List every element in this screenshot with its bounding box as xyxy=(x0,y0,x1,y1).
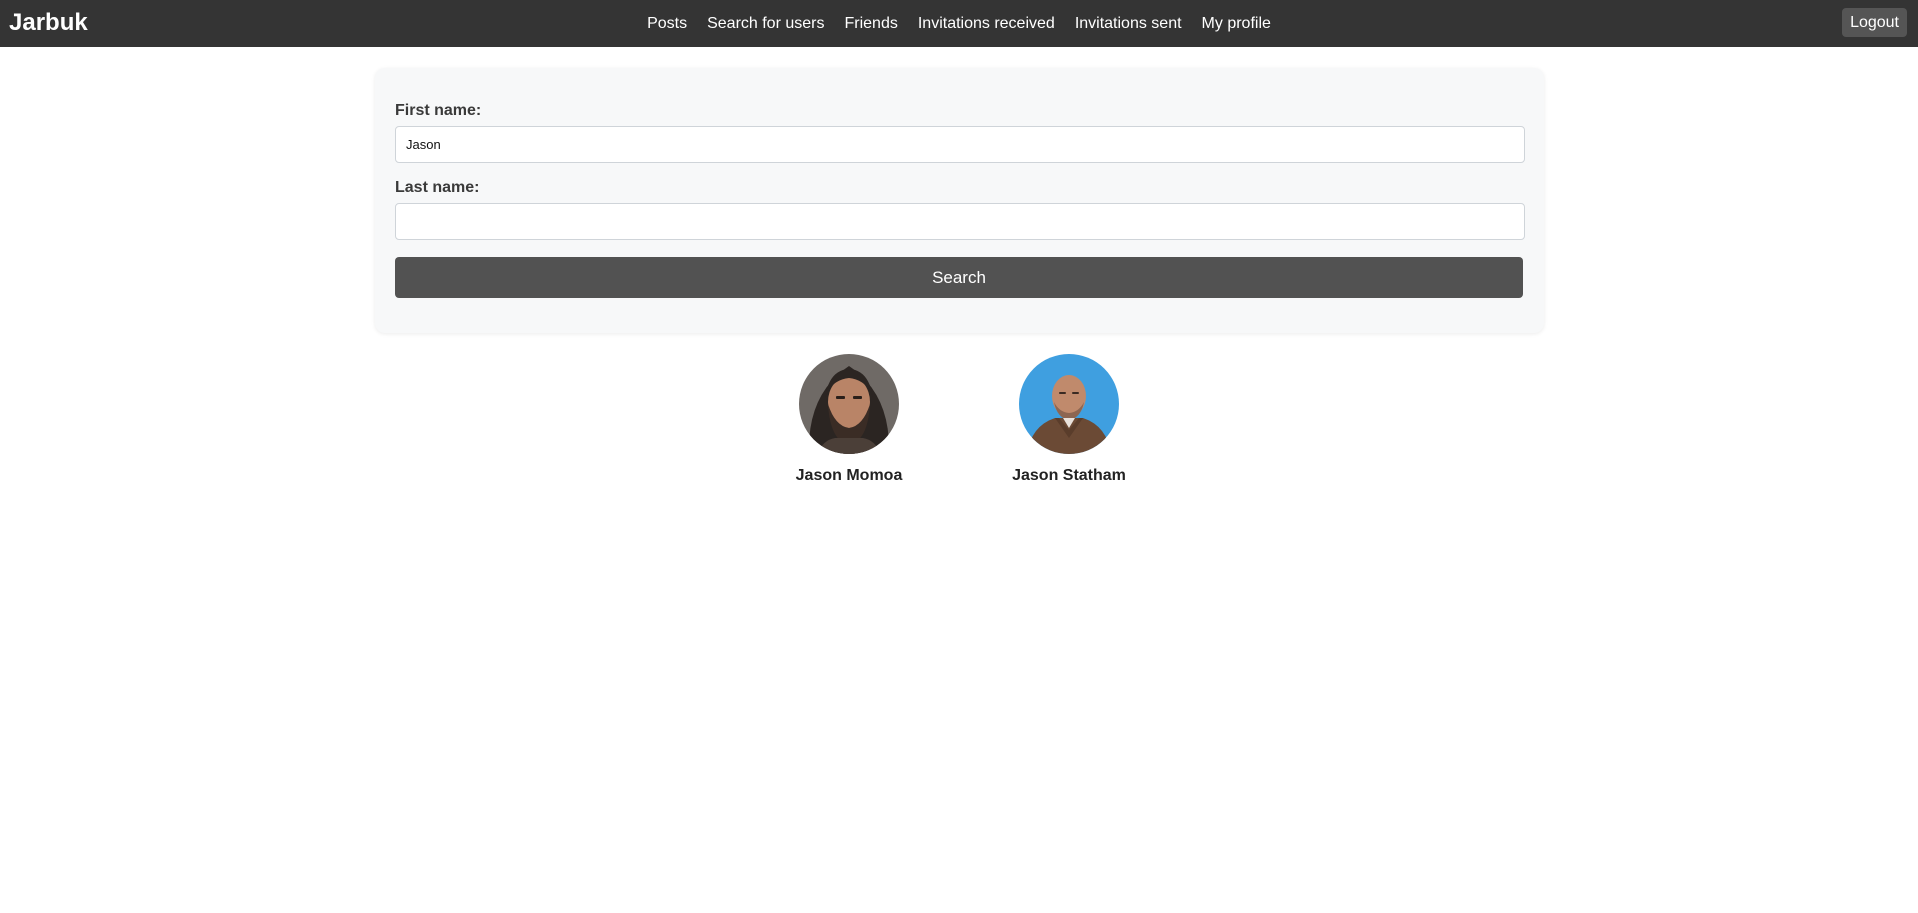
first-name-input[interactable] xyxy=(395,126,1525,163)
last-name-input[interactable] xyxy=(395,203,1525,240)
nav-item-friends[interactable]: Friends xyxy=(844,14,897,34)
search-button[interactable]: Search xyxy=(395,257,1523,298)
first-name-label: First name: xyxy=(395,102,482,119)
nav-item-invitations-sent[interactable]: Invitations sent xyxy=(1075,14,1182,34)
nav-item-invitations-received[interactable]: Invitations received xyxy=(918,14,1055,34)
top-navbar: Jarbuk Posts Search for users Friends In… xyxy=(0,0,1918,47)
logout-button[interactable]: Logout xyxy=(1842,8,1907,37)
avatar[interactable] xyxy=(799,354,899,454)
nav-item-my-profile[interactable]: My profile xyxy=(1202,14,1271,34)
last-name-label: Last name: xyxy=(395,179,480,196)
user-result-card[interactable]: Jason Momoa xyxy=(779,354,919,486)
user-result-card[interactable]: Jason Statham xyxy=(999,354,1139,486)
user-name[interactable]: Jason Statham xyxy=(999,466,1139,486)
user-search-form: First name: Last name: Search xyxy=(375,68,1544,333)
nav-links: Posts Search for users Friends Invitatio… xyxy=(0,0,1918,47)
user-name[interactable]: Jason Momoa xyxy=(779,466,919,486)
avatar[interactable] xyxy=(1019,354,1119,454)
nav-item-posts[interactable]: Posts xyxy=(647,14,687,34)
nav-item-search-users[interactable]: Search for users xyxy=(707,14,824,34)
